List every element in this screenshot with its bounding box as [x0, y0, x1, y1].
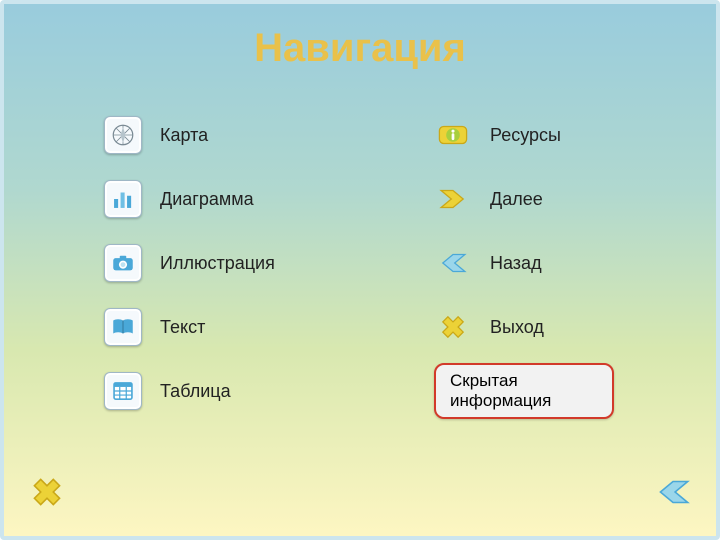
- item-map[interactable]: Карта: [104, 114, 275, 156]
- item-label: Назад: [490, 253, 542, 274]
- book-icon: [104, 308, 142, 346]
- item-label: Далее: [490, 189, 543, 210]
- corner-exit-button[interactable]: [26, 471, 68, 518]
- close-x-icon: [26, 500, 68, 517]
- arrow-next-icon: [434, 180, 472, 218]
- item-label: Карта: [160, 125, 208, 146]
- arrow-back-icon: [434, 244, 472, 282]
- chart-icon: [104, 180, 142, 218]
- camera-icon: [104, 244, 142, 282]
- item-illustration[interactable]: Иллюстрация: [104, 242, 275, 284]
- hidden-info-pill[interactable]: Скрытая информация: [434, 363, 614, 420]
- item-table[interactable]: Таблица: [104, 370, 275, 412]
- item-label: Текст: [160, 317, 205, 338]
- item-hidden-info[interactable]: Скрытая информация: [434, 370, 614, 412]
- item-back[interactable]: Назад: [434, 242, 614, 284]
- item-diagram[interactable]: Диаграмма: [104, 178, 275, 220]
- slide-navigation: Навигация Карта Диаграмма Иллюстрация Т: [0, 0, 720, 540]
- item-label: Диаграмма: [160, 189, 254, 210]
- arrow-back-icon: [652, 500, 694, 517]
- corner-back-button[interactable]: [652, 471, 694, 518]
- left-column: Карта Диаграмма Иллюстрация Текст Таблиц: [104, 114, 275, 412]
- item-text[interactable]: Текст: [104, 306, 275, 348]
- item-resources[interactable]: Ресурсы: [434, 114, 614, 156]
- item-label: Иллюстрация: [160, 253, 275, 274]
- item-label: Таблица: [160, 381, 231, 402]
- table-icon: [104, 372, 142, 410]
- right-column: Ресурсы Далее Назад Выход Скрытая информ…: [434, 114, 614, 412]
- info-icon: [434, 116, 472, 154]
- page-title: Навигация: [4, 26, 716, 71]
- item-exit[interactable]: Выход: [434, 306, 614, 348]
- close-x-icon: [434, 308, 472, 346]
- compass-icon: [104, 116, 142, 154]
- item-label: Выход: [490, 317, 544, 338]
- item-next[interactable]: Далее: [434, 178, 614, 220]
- item-label: Ресурсы: [490, 125, 561, 146]
